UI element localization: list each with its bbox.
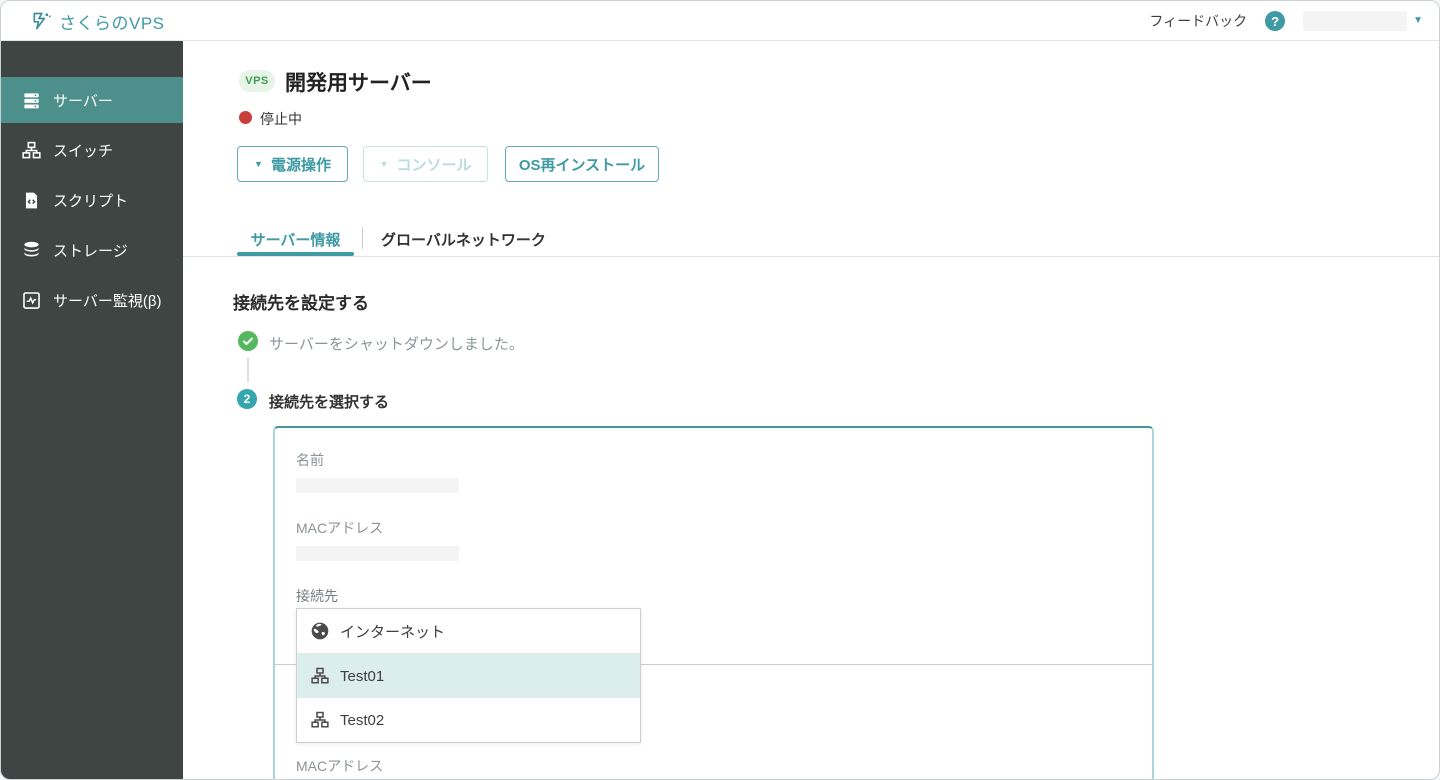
destination-dropdown-menu: インターネット Test01 Test02: [296, 608, 641, 743]
step1-message: サーバーをシャットダウンしました。: [269, 333, 524, 354]
name-field-label: 名前: [296, 450, 324, 470]
brand-logo[interactable]: さくらのVPS: [31, 1, 165, 41]
sidebar: サーバー スイッチ スクリプト: [1, 41, 183, 780]
account-name-redacted: [1303, 11, 1407, 31]
dropdown-option-label: Test02: [340, 712, 384, 729]
status-label: 停止中: [260, 109, 302, 129]
sidebar-item-server[interactable]: サーバー: [1, 77, 183, 123]
storage-icon: [21, 240, 41, 260]
sidebar-item-script[interactable]: スクリプト: [1, 177, 183, 223]
feedback-link[interactable]: フィードバック: [1149, 11, 1247, 31]
console-label: コンソール: [396, 154, 471, 175]
caret-down-icon: ▼: [254, 160, 263, 169]
name-value-redacted: [296, 478, 459, 493]
destination-field-label: 接続先: [296, 586, 338, 606]
globe-icon: [310, 621, 330, 641]
mac-value-redacted: [296, 546, 459, 561]
dropdown-option-test01[interactable]: Test01: [297, 654, 640, 698]
sakura-logo-icon: [31, 11, 51, 31]
step2-number-badge: 2: [237, 389, 257, 409]
sidebar-item-label: スクリプト: [53, 190, 128, 211]
switch-icon: [21, 140, 41, 160]
server-icon: [21, 90, 41, 110]
sidebar-item-switch[interactable]: スイッチ: [1, 127, 183, 173]
page-title: 開発用サーバー: [285, 67, 432, 97]
step2-title: 接続先を選択する: [269, 391, 389, 412]
help-icon[interactable]: ?: [1265, 11, 1285, 31]
step-connector-line: [247, 358, 249, 382]
mac-field-label-2: MACアドレス: [296, 756, 383, 776]
monitor-icon: [21, 290, 41, 310]
tab-global-network[interactable]: グローバルネットワーク: [381, 225, 546, 253]
sidebar-item-label: スイッチ: [53, 140, 113, 161]
console-button-disabled: ▼ コンソール: [363, 146, 488, 182]
caret-down-icon: ▼: [380, 160, 389, 169]
sidebar-item-label: ストレージ: [53, 240, 128, 261]
switch-icon: [310, 710, 330, 730]
script-icon: [21, 190, 41, 210]
sidebar-item-label: サーバー: [53, 90, 113, 111]
vps-badge: VPS: [239, 70, 275, 92]
chevron-down-icon: ▼: [1413, 16, 1423, 26]
dropdown-option-internet[interactable]: インターネット: [297, 609, 640, 654]
section-title: 接続先を設定する: [233, 289, 369, 314]
tab-server-info[interactable]: サーバー情報: [237, 225, 354, 253]
step-done-check-icon: [238, 331, 258, 351]
sidebar-item-label: サーバー監視(β): [53, 290, 161, 311]
account-menu[interactable]: ▼: [1303, 11, 1423, 31]
header-actions: フィードバック ? ▼: [1149, 1, 1423, 41]
mac-field-label: MACアドレス: [296, 518, 383, 538]
status-stopped-icon: [239, 111, 252, 124]
power-operation-button[interactable]: ▼ 電源操作: [237, 146, 348, 182]
switch-icon: [310, 666, 330, 686]
os-reinstall-button[interactable]: OS再インストール: [505, 146, 659, 182]
sidebar-item-storage[interactable]: ストレージ: [1, 227, 183, 273]
os-reinstall-label: OS再インストール: [519, 154, 645, 175]
dropdown-option-label: Test01: [340, 668, 384, 685]
tabs-bottom-border: [183, 256, 1440, 257]
dropdown-option-test02[interactable]: Test02: [297, 698, 640, 742]
brand-name: さくらのVPS: [59, 9, 165, 34]
app-window: さくらのVPS フィードバック ? ▼ サーバー: [0, 0, 1440, 780]
sidebar-item-monitoring[interactable]: サーバー監視(β): [1, 277, 183, 323]
tab-divider: [362, 227, 363, 249]
power-operation-label: 電源操作: [271, 154, 331, 175]
top-header: さくらのVPS フィードバック ? ▼: [1, 1, 1440, 41]
dropdown-option-label: インターネット: [340, 621, 445, 642]
